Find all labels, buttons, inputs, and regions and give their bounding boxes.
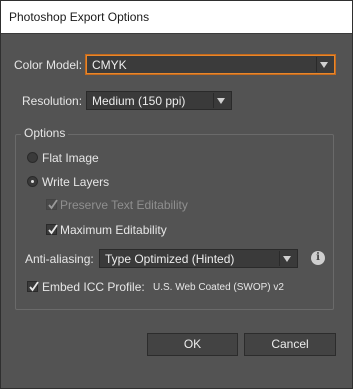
chevron-down-icon <box>320 62 328 68</box>
anti-aliasing-label: Anti-aliasing: <box>25 252 94 266</box>
write-layers-label[interactable]: Write Layers <box>42 175 109 189</box>
max-editability-checkbox[interactable] <box>46 224 58 235</box>
color-model-label: Color Model: <box>14 58 83 72</box>
cancel-button[interactable]: Cancel <box>244 333 336 356</box>
preserve-text-checkbox[interactable] <box>46 199 58 210</box>
color-model-separator <box>316 57 317 72</box>
window-title: Photoshop Export Options <box>9 10 150 24</box>
checkmark-icon <box>29 281 39 292</box>
chevron-down-icon <box>283 256 291 262</box>
color-model-value: CMYK <box>92 58 127 72</box>
preserve-text-label: Preserve Text Editability <box>60 198 188 212</box>
icc-profile-name: U.S. Web Coated (SWOP) v2 <box>153 282 284 293</box>
options-group-label: Options <box>21 126 69 140</box>
ok-button[interactable]: OK <box>147 333 238 356</box>
color-model-select[interactable]: CMYK <box>86 55 335 74</box>
resolution-select[interactable]: Medium (150 ppi) <box>86 91 232 110</box>
checkmark-icon <box>48 199 58 210</box>
flat-image-radio[interactable] <box>27 152 38 163</box>
max-editability-label[interactable]: Maximum Editability <box>60 223 167 237</box>
resolution-separator <box>213 93 214 108</box>
checkmark-icon <box>48 224 58 235</box>
anti-aliasing-separator <box>279 251 280 266</box>
anti-aliasing-select[interactable]: Type Optimized (Hinted) <box>99 249 298 268</box>
title-bar: Photoshop Export Options <box>1 1 352 33</box>
anti-aliasing-value: Type Optimized (Hinted) <box>105 252 235 266</box>
resolution-value: Medium (150 ppi) <box>92 94 186 108</box>
embed-icc-label[interactable]: Embed ICC Profile: <box>42 280 145 294</box>
embed-icc-checkbox[interactable] <box>27 281 39 292</box>
flat-image-label[interactable]: Flat Image <box>42 151 99 165</box>
title-bar-divider <box>1 33 352 34</box>
photoshop-export-options-dialog: Photoshop Export Options Color Model: CM… <box>0 0 353 389</box>
chevron-down-icon <box>217 98 225 104</box>
info-icon[interactable]: i <box>311 251 325 265</box>
resolution-label: Resolution: <box>22 94 83 108</box>
write-layers-radio[interactable] <box>27 176 38 187</box>
